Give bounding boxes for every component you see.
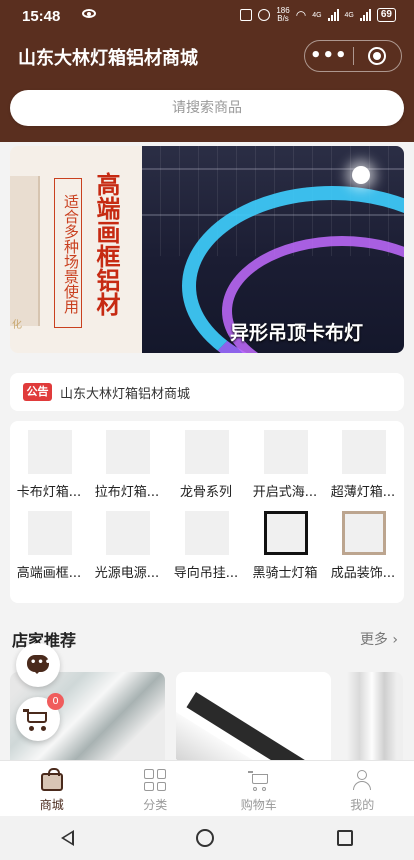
category-thumbnail bbox=[342, 430, 386, 474]
cart-wheel-icon bbox=[41, 726, 46, 731]
tab-label: 分类 bbox=[143, 798, 168, 812]
spotlight-image bbox=[352, 166, 370, 184]
banner-caption: 异形吊顶卡布灯 bbox=[230, 322, 364, 344]
system-navigation-bar bbox=[0, 816, 414, 860]
category-item[interactable]: 开启式海... bbox=[246, 421, 324, 501]
category-item[interactable]: 成品装饰... bbox=[324, 502, 402, 582]
home-icon[interactable] bbox=[196, 829, 215, 847]
user-icon bbox=[351, 769, 373, 791]
cart-icon bbox=[247, 769, 270, 791]
cart-icon-body bbox=[27, 712, 47, 723]
category-item[interactable]: 高端画框... bbox=[10, 502, 88, 582]
wifi-icon: ◠ bbox=[295, 8, 307, 22]
category-thumbnail bbox=[106, 511, 150, 555]
category-thumbnail bbox=[106, 430, 150, 474]
battery-indicator: 69 bbox=[376, 8, 396, 22]
signal-label-2: 4G bbox=[344, 11, 354, 19]
announcement-text: 山东大林灯箱铝材商城 bbox=[60, 387, 191, 402]
page-title: 山东大林灯箱铝材商城 bbox=[18, 48, 198, 69]
product-card[interactable] bbox=[341, 672, 403, 760]
category-thumbnail bbox=[28, 511, 72, 555]
more-menu-button[interactable]: ••• bbox=[305, 47, 353, 65]
close-circle-icon bbox=[368, 47, 387, 65]
banner-corner-tag: 化 bbox=[12, 320, 22, 331]
miniprogram-capsule: ••• bbox=[304, 40, 402, 72]
promo-banner[interactable]: 化 适合多种场景使用 高端画框铝材 异形吊顶卡布灯 bbox=[10, 146, 404, 353]
chevron-right-icon: › bbox=[392, 632, 398, 648]
category-thumbnail bbox=[264, 430, 308, 474]
banner-headline: 高端画框铝材 bbox=[92, 172, 120, 316]
category-item[interactable]: 拉布灯箱... bbox=[88, 421, 166, 501]
tab-mall[interactable]: 商城 bbox=[0, 761, 104, 816]
cart-count-badge: 0 bbox=[47, 693, 64, 710]
category-label: 高端画框... bbox=[16, 566, 82, 581]
frame-sample-image bbox=[10, 176, 40, 326]
announcement-bar[interactable]: 公告 山东大林灯箱铝材商城 bbox=[10, 373, 404, 411]
category-label: 龙骨系列 bbox=[179, 485, 232, 500]
more-label: 更多 bbox=[359, 632, 388, 648]
tab-label: 商城 bbox=[39, 798, 64, 812]
category-item[interactable]: 龙骨系列 bbox=[167, 421, 245, 501]
signal-label-1: 4G bbox=[312, 11, 322, 19]
category-item[interactable]: 卡布灯箱... bbox=[10, 421, 88, 501]
category-label: 拉布灯箱... bbox=[94, 485, 160, 500]
category-label: 黑骑士灯箱 bbox=[252, 566, 318, 581]
eye-icon bbox=[82, 9, 96, 18]
bottom-tab-bar: 商城 分类 购物车 我的 bbox=[0, 760, 414, 816]
category-thumbnail bbox=[185, 430, 229, 474]
back-icon[interactable] bbox=[61, 830, 75, 846]
banner-slide-frame: 化 适合多种场景使用 高端画框铝材 bbox=[10, 146, 142, 353]
product-card[interactable] bbox=[176, 672, 331, 760]
customer-service-button[interactable]: ••• bbox=[16, 643, 60, 687]
category-thumbnail bbox=[28, 430, 72, 474]
network-speed: 186 B/s bbox=[276, 6, 290, 23]
category-thumbnail bbox=[264, 511, 308, 555]
category-label: 导向吊挂... bbox=[173, 566, 239, 581]
status-time: 15:48 bbox=[22, 8, 61, 25]
product-carousel bbox=[0, 672, 414, 760]
banner-slide-ceiling: 异形吊顶卡布灯 bbox=[142, 146, 404, 353]
nfc-icon bbox=[240, 9, 253, 21]
grid-icon bbox=[144, 769, 167, 791]
category-item[interactable]: 光源电源... bbox=[88, 502, 166, 582]
cart-wheel-icon bbox=[29, 726, 34, 731]
recent-apps-icon[interactable] bbox=[336, 830, 353, 846]
category-item[interactable]: 黑骑士灯箱 bbox=[246, 502, 324, 582]
tab-profile[interactable]: 我的 bbox=[311, 761, 414, 816]
category-item[interactable]: 超薄灯箱... bbox=[324, 421, 402, 501]
category-label: 光源电源... bbox=[94, 566, 160, 581]
category-thumbnail bbox=[342, 511, 386, 555]
chat-dots-icon: ••• bbox=[30, 657, 53, 668]
signal-1-icon bbox=[327, 9, 339, 21]
alarm-icon bbox=[258, 9, 271, 21]
category-label: 开启式海... bbox=[252, 485, 318, 500]
banner-subtitle: 适合多种场景使用 bbox=[54, 178, 82, 328]
tab-label: 我的 bbox=[350, 798, 375, 812]
category-thumbnail bbox=[185, 511, 229, 555]
floating-cart-button[interactable]: 0 bbox=[16, 693, 64, 741]
category-label: 卡布灯箱... bbox=[16, 485, 82, 500]
category-label: 超薄灯箱... bbox=[330, 485, 396, 500]
tab-cart[interactable]: 购物车 bbox=[207, 761, 311, 816]
signal-2-icon bbox=[359, 9, 371, 21]
tab-category[interactable]: 分类 bbox=[104, 761, 208, 816]
close-miniprogram-button[interactable] bbox=[354, 47, 402, 65]
category-label: 成品装饰... bbox=[330, 566, 396, 581]
shopping-bag-icon bbox=[40, 768, 63, 791]
tab-label: 购物车 bbox=[240, 798, 277, 812]
status-bar: 15:48 186 B/s ◠ 4G 4G 69 bbox=[0, 0, 414, 34]
announcement-badge: 公告 bbox=[23, 383, 52, 401]
recommend-more-link[interactable]: 更多 › bbox=[360, 629, 398, 649]
category-grid: 卡布灯箱... 拉布灯箱... 龙骨系列 开启式海... 超薄灯箱... 高端画… bbox=[10, 421, 404, 603]
search-input[interactable]: 请搜索商品 bbox=[10, 90, 404, 126]
category-item[interactable]: 导向吊挂... bbox=[167, 502, 245, 582]
status-icons: 186 B/s ◠ 4G 4G 69 bbox=[240, 7, 396, 23]
